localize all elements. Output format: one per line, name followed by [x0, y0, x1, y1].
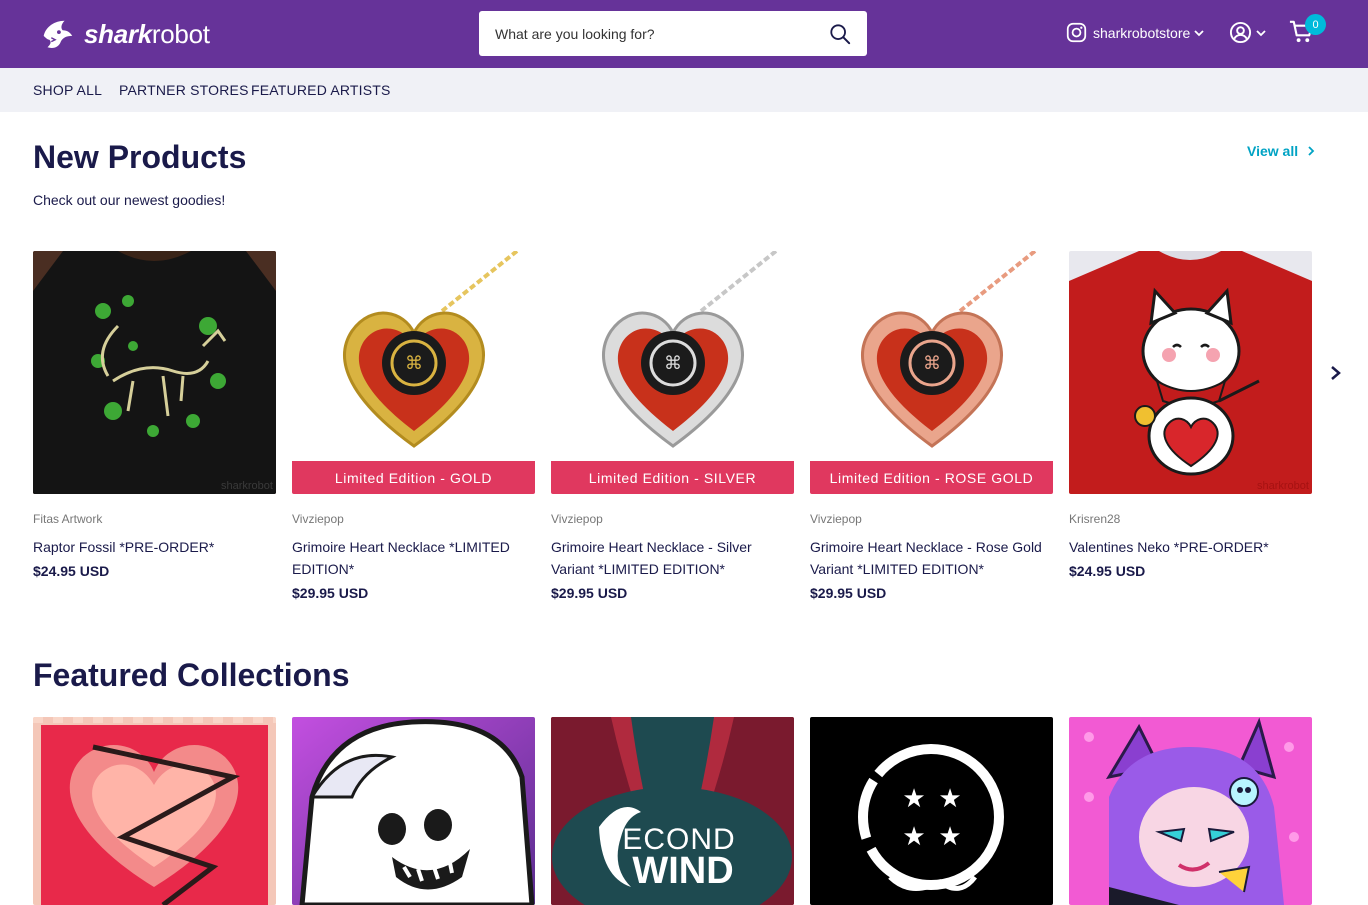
instagram-icon [1066, 22, 1087, 43]
cart-button[interactable]: 0 [1288, 14, 1326, 48]
collection-image: ★ ★ ★ ★ [810, 717, 1053, 905]
product-image[interactable]: ⌘ Limited Edition - ROSE GOLD [810, 251, 1053, 494]
site-logo[interactable]: sharkrobot [38, 14, 210, 54]
user-account-icon [1229, 21, 1252, 44]
nav-partner-stores[interactable]: PARTNER STORES [119, 82, 249, 98]
top-header: sharkrobot sharkrobotstore 0 [0, 0, 1368, 68]
collection-card[interactable]: ECOND WIND [551, 717, 794, 905]
collection-image [33, 717, 276, 905]
cart-count-badge: 0 [1305, 14, 1326, 35]
product-vendor[interactable]: Vivziepop [292, 512, 535, 526]
tshirt-raptor-image: sharkrobot [33, 251, 276, 494]
collection-image: ECOND WIND [551, 717, 794, 905]
svg-text:★: ★ [938, 822, 961, 852]
shark-logo-icon [43, 20, 73, 49]
gold-heart-necklace-image: ⌘ [292, 251, 535, 494]
new-products-title: New Products [33, 139, 247, 175]
product-price: $24.95 USD [1069, 563, 1146, 579]
featured-collections-title: Featured Collections [33, 657, 350, 693]
search-input[interactable] [479, 11, 809, 56]
product-vendor[interactable]: Fitas Artwork [33, 512, 276, 526]
collection-image [1069, 717, 1312, 905]
view-all-label: View all [1247, 143, 1299, 159]
account-menu[interactable] [1229, 21, 1266, 44]
product-title[interactable]: Grimoire Heart Necklace *LIMITED EDITION… [292, 536, 535, 580]
collection-card[interactable] [1069, 717, 1312, 905]
watermark-text: sharkrobot [221, 480, 273, 492]
limited-edition-ribbon: Limited Edition - GOLD [292, 461, 535, 494]
product-title[interactable]: Raptor Fossil *PRE-ORDER* [33, 536, 276, 558]
view-all-link[interactable]: View all [1247, 143, 1316, 159]
rose-gold-heart-necklace-image: ⌘ [810, 251, 1053, 494]
instagram-handle: sharkrobotstore [1093, 24, 1191, 41]
svg-text:⌘: ⌘ [923, 353, 941, 374]
collection-art-wind: WIND [632, 850, 733, 892]
product-card[interactable]: sharkrobot Fitas Artwork Raptor Fossil *… [33, 251, 276, 579]
nav-shop-all[interactable]: SHOP ALL [33, 82, 102, 98]
product-image[interactable]: ⌘ Limited Edition - SILVER [551, 251, 794, 494]
main-nav: SHOP ALL PARTNER STORES FEATURED ARTISTS [0, 68, 1368, 112]
chevron-down-icon [1256, 29, 1266, 36]
collection-card[interactable]: ★ ★ ★ ★ [810, 717, 1053, 905]
search-bar [479, 11, 867, 56]
svg-text:⌘: ⌘ [405, 353, 423, 374]
product-card[interactable]: ⌘ Limited Edition - ROSE GOLD Vivziepop … [810, 251, 1053, 601]
product-price: $29.95 USD [551, 585, 628, 601]
product-card[interactable]: sharkrobot Krisren28 Valentines Neko *PR… [1069, 251, 1312, 579]
svg-text:★: ★ [938, 784, 961, 814]
collection-image [292, 717, 535, 905]
nav-featured-artists[interactable]: FEATURED ARTISTS [251, 82, 391, 98]
silver-heart-necklace-image: ⌘ [551, 251, 794, 494]
instagram-link[interactable]: sharkrobotstore [1066, 22, 1204, 43]
product-price: $29.95 USD [810, 585, 887, 601]
product-vendor[interactable]: Vivziepop [810, 512, 1053, 526]
watermark-text: sharkrobot [1257, 480, 1309, 492]
svg-text:★: ★ [902, 822, 925, 852]
logo-wordmark: sharkrobot [84, 18, 210, 49]
product-image[interactable]: ⌘ Limited Edition - GOLD [292, 251, 535, 494]
limited-edition-ribbon: Limited Edition - SILVER [551, 461, 794, 494]
svg-text:★: ★ [902, 784, 925, 814]
product-price: $24.95 USD [33, 563, 110, 579]
product-card[interactable]: ⌘ Limited Edition - GOLD Vivziepop Grimo… [292, 251, 535, 601]
limited-edition-ribbon: Limited Edition - ROSE GOLD [810, 461, 1053, 494]
collection-card[interactable] [33, 717, 276, 905]
product-image[interactable]: sharkrobot [1069, 251, 1312, 494]
product-title[interactable]: Grimoire Heart Necklace - Silver Variant… [551, 536, 794, 580]
product-price: $29.95 USD [292, 585, 369, 601]
search-icon[interactable] [829, 23, 851, 45]
product-vendor[interactable]: Vivziepop [551, 512, 794, 526]
collection-card[interactable] [292, 717, 535, 905]
chevron-down-icon [1194, 29, 1204, 36]
tshirt-neko-image: sharkrobot [1069, 251, 1312, 494]
product-image[interactable]: sharkrobot [33, 251, 276, 494]
svg-text:⌘: ⌘ [664, 353, 682, 374]
chevron-right-icon [1308, 146, 1315, 156]
product-title[interactable]: Grimoire Heart Necklace - Rose Gold Vari… [810, 536, 1053, 580]
product-vendor[interactable]: Krisren28 [1069, 512, 1312, 526]
product-card[interactable]: ⌘ Limited Edition - SILVER Vivziepop Gri… [551, 251, 794, 601]
carousel-next-arrow-icon[interactable] [1329, 365, 1343, 381]
new-products-subtitle: Check out our newest goodies! [33, 192, 226, 208]
product-title[interactable]: Valentines Neko *PRE-ORDER* [1069, 536, 1312, 558]
